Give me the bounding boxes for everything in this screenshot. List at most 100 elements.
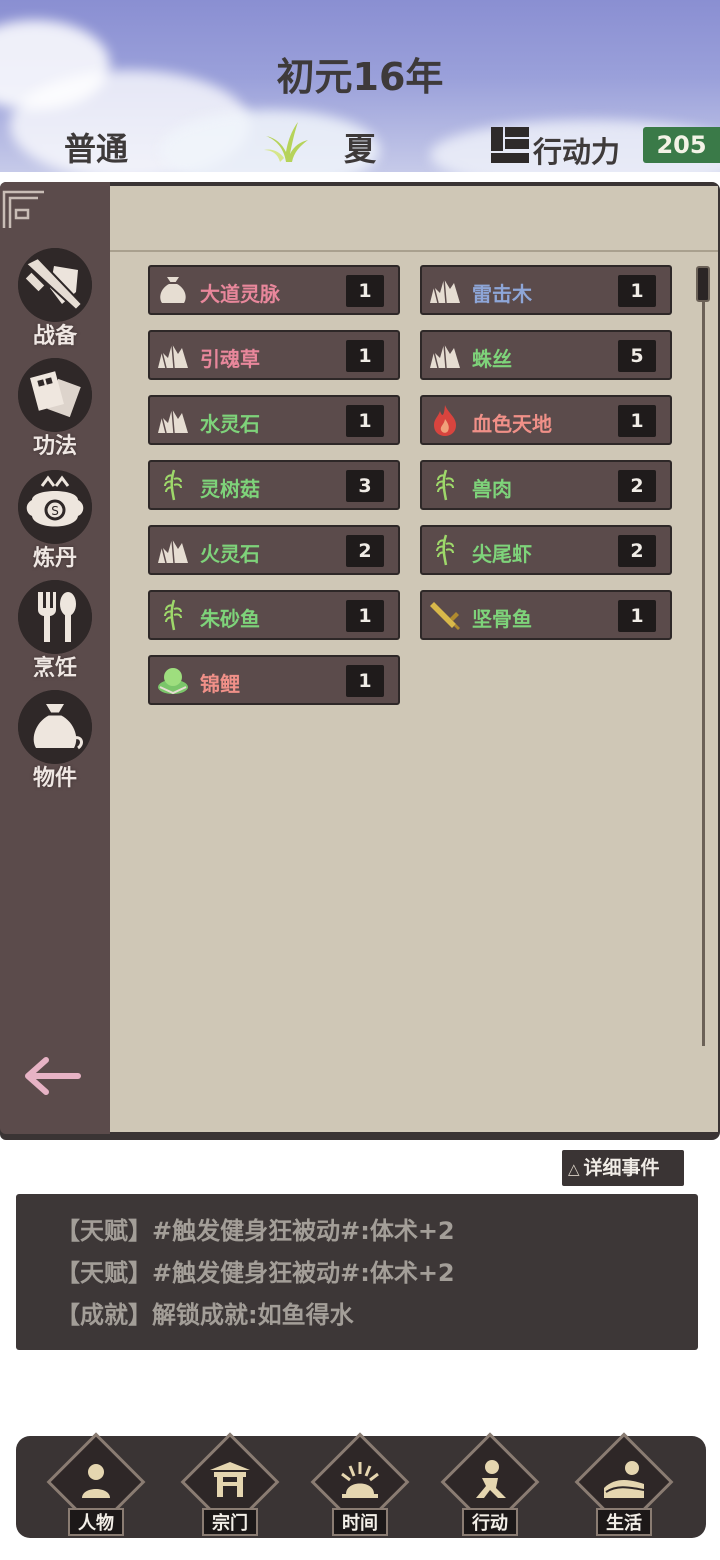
inventory-item[interactable]: 坚骨鱼 1 xyxy=(420,590,672,640)
gate-icon xyxy=(210,1462,250,1497)
inventory-item[interactable]: 引魂草 1 xyxy=(148,330,400,380)
inventory-item-count: 2 xyxy=(618,470,656,502)
inventory-item-name: 火灵石 xyxy=(200,542,260,566)
ore-icon xyxy=(430,278,460,304)
inventory-item[interactable]: 锦鲤 1 xyxy=(148,655,400,705)
sunrise-icon xyxy=(341,1462,379,1498)
inventory-item-name: 水灵石 xyxy=(200,412,260,436)
inventory-item[interactable]: 朱砂鱼 1 xyxy=(148,590,400,640)
year-title: 初元16年 xyxy=(276,55,444,99)
inventory-item-count: 1 xyxy=(618,275,656,307)
herb-icon xyxy=(164,599,182,631)
season-label: 夏 xyxy=(344,130,377,168)
inventory-item-count: 2 xyxy=(346,535,384,567)
pouch-icon xyxy=(18,690,92,764)
herb-icon xyxy=(436,534,454,566)
scrollbar-track[interactable] xyxy=(702,266,705,1046)
nav-label: 行动 xyxy=(462,1508,518,1536)
inventory-item-name: 血色天地 xyxy=(472,412,552,436)
event-log-line: 【天赋】#触发健身狂被动#:体术+2 xyxy=(56,1259,455,1287)
nav-label: 时间 xyxy=(332,1508,388,1536)
inventory-item[interactable]: 尖尾虾 2 xyxy=(420,525,672,575)
ore-icon xyxy=(158,343,188,369)
sidebar-item-label: 炼丹 xyxy=(32,546,77,571)
inventory-item[interactable]: 血色天地 1 xyxy=(420,395,672,445)
inventory-item-count: 5 xyxy=(618,340,656,372)
action-points-value: 205 xyxy=(643,127,720,163)
inventory-item-count: 1 xyxy=(346,600,384,632)
back-arrow-icon[interactable] xyxy=(22,1054,82,1098)
content-header-area xyxy=(110,186,718,252)
nav-label: 人物 xyxy=(68,1508,124,1536)
nav-character[interactable]: 人物 xyxy=(46,1432,146,1538)
inventory-item-name: 雷击木 xyxy=(472,282,532,306)
nav-life[interactable]: 生活 xyxy=(574,1432,674,1538)
inventory-item-name: 坚骨鱼 xyxy=(472,607,532,631)
inventory-item-count: 1 xyxy=(618,405,656,437)
blocks-icon xyxy=(491,127,529,163)
sidebar-item-label: 物件 xyxy=(32,766,77,791)
bottom-nav-bar: 人物 宗门 时间 行动 生活 xyxy=(16,1432,706,1538)
event-log-line: 【天赋】#触发健身狂被动#:体术+2 xyxy=(56,1217,455,1245)
sidebar-item-label: 功法 xyxy=(32,434,77,459)
inventory-item[interactable]: 水灵石 1 xyxy=(148,395,400,445)
sidebar-item-alchemy[interactable]: S 炼丹 xyxy=(0,470,110,572)
inventory-item-count: 2 xyxy=(618,535,656,567)
inventory-item[interactable]: 蛛丝 5 xyxy=(420,330,672,380)
sword-icon xyxy=(430,602,460,630)
scrollbar-thumb[interactable] xyxy=(696,266,710,302)
nav-label: 宗门 xyxy=(202,1508,258,1536)
sidebar-item-techniques[interactable]: 功法 xyxy=(0,358,110,460)
inventory-item-name: 兽肉 xyxy=(472,477,512,501)
corner-ornament-icon xyxy=(2,190,44,228)
top-status-bar: 初元16年 普通 夏 行动力 205 xyxy=(0,0,720,172)
inventory-item-count: 1 xyxy=(346,405,384,437)
inventory-content: 大道灵脉 1 雷击木 1 引魂草 1 蛛丝 5 水灵石 1 血色天地 1 灵树菇 3 兽肉 2 火灵石 2 尖尾虾 2… xyxy=(110,186,718,1132)
action-points-label: 行动力 xyxy=(533,135,621,169)
difficulty-label: 普通 xyxy=(64,130,129,168)
detail-events-label: 详细事件 xyxy=(583,1157,660,1179)
herb-icon xyxy=(436,469,454,501)
event-log: 【天赋】#触发健身狂被动#:体术+2 【天赋】#触发健身狂被动#:体术+2 【成… xyxy=(16,1194,698,1350)
sidebar-item-label: 烹饪 xyxy=(32,656,77,681)
sidebar-item-label: 战备 xyxy=(32,324,77,349)
pouch-icon xyxy=(160,277,186,303)
inventory-item[interactable]: 大道灵脉 1 xyxy=(148,265,400,315)
flame-icon xyxy=(434,405,456,436)
sidebar-item-items[interactable]: 物件 xyxy=(0,690,110,792)
person-icon xyxy=(82,1464,110,1498)
detail-events-button[interactable]: △ 详细事件 xyxy=(562,1150,684,1186)
grass-sprout-icon xyxy=(264,122,308,162)
herb-icon xyxy=(164,469,182,501)
svg-text:S: S xyxy=(51,504,59,518)
nav-time[interactable]: 时间 xyxy=(310,1432,410,1538)
inventory-item[interactable]: 火灵石 2 xyxy=(148,525,400,575)
inventory-item-count: 1 xyxy=(346,665,384,697)
nav-label: 生活 xyxy=(596,1508,652,1536)
ore-icon xyxy=(158,538,188,564)
sword-shield-icon xyxy=(18,248,92,322)
inventory-item-name: 朱砂鱼 xyxy=(200,607,260,631)
scroll-book-icon xyxy=(18,358,92,432)
inventory-item-count: 3 xyxy=(346,470,384,502)
category-sidebar: 战备 功法 S 炼丹 烹饪 物件 xyxy=(0,182,110,1134)
fork-spoon-icon xyxy=(18,580,92,654)
triangle-icon: △ xyxy=(568,1160,580,1178)
landscape-icon xyxy=(604,1461,645,1498)
inventory-item-name: 大道灵脉 xyxy=(200,282,280,306)
inventory-item[interactable]: 雷击木 1 xyxy=(420,265,672,315)
inventory-item[interactable]: 兽肉 2 xyxy=(420,460,672,510)
sidebar-item-cooking[interactable]: 烹饪 xyxy=(0,580,110,682)
nav-sect[interactable]: 宗门 xyxy=(180,1432,280,1538)
ore-icon xyxy=(430,343,460,369)
inventory-item[interactable]: 灵树菇 3 xyxy=(148,460,400,510)
cauldron-icon: S xyxy=(18,470,92,544)
inventory-item-count: 1 xyxy=(346,275,384,307)
inventory-item-name: 蛛丝 xyxy=(472,347,512,371)
inventory-item-name: 灵树菇 xyxy=(200,477,260,501)
inventory-item-name: 引魂草 xyxy=(200,347,260,371)
ore-icon xyxy=(158,408,188,434)
inventory-panel: 战备 功法 S 炼丹 烹饪 物件 大道灵脉 1 雷击木 1 引魂草 1 蛛丝 5… xyxy=(0,182,720,1140)
nav-action[interactable]: 行动 xyxy=(440,1432,540,1538)
sidebar-item-equipment[interactable]: 战备 xyxy=(0,248,110,350)
